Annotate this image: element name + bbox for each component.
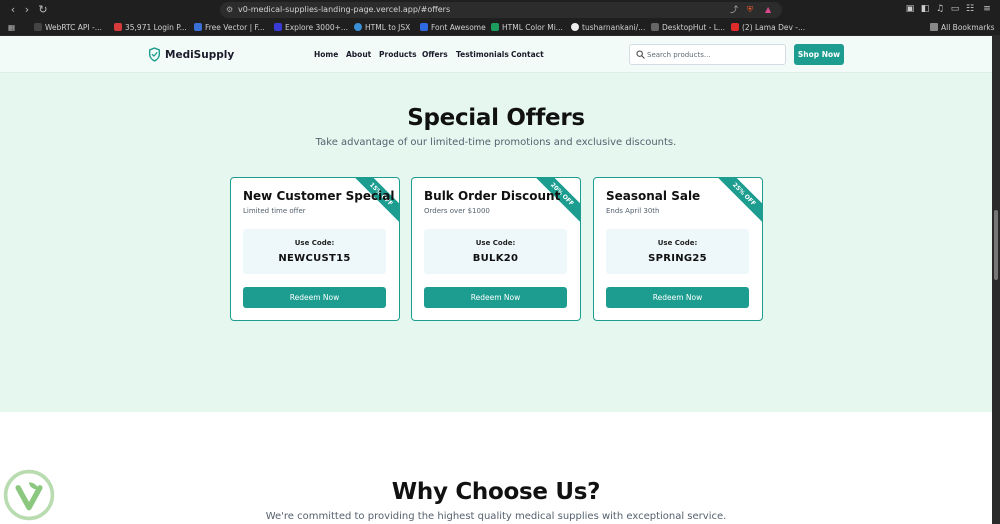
bookmark-item[interactable]: HTML Color Mi... <box>491 22 563 34</box>
address-bar[interactable]: ⚙ v0-medical-supplies-landing-page.verce… <box>220 2 782 18</box>
reload-icon[interactable]: ↻ <box>36 3 50 17</box>
offers-subtitle: Take advantage of our limited-time promo… <box>315 137 677 148</box>
bookmark-label: HTML Color Mi... <box>502 23 563 32</box>
bookmark-label: Explore 3000+... <box>285 23 349 32</box>
offer-title: Bulk Order Discount <box>424 189 561 203</box>
bookmark-item[interactable]: 35,971 Login P... <box>114 22 187 34</box>
offer-subtitle: Ends April 30th <box>606 207 660 215</box>
offer-subtitle: Orders over $1000 <box>424 207 490 215</box>
bookmark-label: WebRTC API -... <box>45 23 102 32</box>
all-bookmarks[interactable]: All Bookmarks <box>930 22 995 34</box>
bookmark-favicon <box>34 23 42 31</box>
scrollbar-thumb[interactable] <box>994 210 998 280</box>
bookmark-label: Font Awesome <box>431 23 486 32</box>
offer-card-seasonal-sale: 25% OFF Seasonal Sale Ends April 30th Us… <box>593 177 763 321</box>
offers-section: Special Offers Take advantage of our lim… <box>0 73 992 412</box>
code-label: Use Code: <box>294 239 335 247</box>
brave-rewards-icon[interactable]: ▲ <box>765 4 771 16</box>
apps-grid-icon[interactable]: ▦ <box>8 22 15 34</box>
bookmark-item[interactable]: DesktopHut - L... <box>651 22 725 34</box>
bookmark-label: DesktopHut - L... <box>662 23 726 32</box>
bookmark-favicon <box>194 23 202 31</box>
promo-code-box: Use Code: SPRING25 <box>606 229 749 274</box>
media-icon[interactable]: ♫ <box>935 4 945 14</box>
youtube-icon <box>731 23 739 31</box>
bookmark-label: Free Vector | F... <box>205 23 265 32</box>
sidebar-icon[interactable]: ▭ <box>950 4 960 14</box>
wallet-icon[interactable]: ☷ <box>965 4 975 14</box>
bookmark-label: (2) Lama Dev -... <box>742 23 806 32</box>
redeem-button[interactable]: Redeem Now <box>243 287 386 308</box>
nav-products[interactable]: Products <box>379 49 417 61</box>
offer-title: New Customer Special <box>243 189 395 203</box>
offers-title: Special Offers <box>407 105 585 131</box>
bookmark-favicon <box>651 23 659 31</box>
all-bookmarks-label: All Bookmarks <box>941 23 995 32</box>
scrollbar-track[interactable] <box>992 36 1000 524</box>
promo-code-box: Use Code: NEWCUST15 <box>243 229 386 274</box>
why-section: Why Choose Us? We're committed to provid… <box>0 412 992 524</box>
nav-about[interactable]: About <box>346 49 371 61</box>
nav-contact[interactable]: Contact <box>511 49 544 61</box>
site-header: MediSupply Home About Products Offers Te… <box>0 36 992 73</box>
forward-icon[interactable]: › <box>20 3 34 17</box>
promo-code[interactable]: NEWCUST15 <box>243 253 386 265</box>
nav-home[interactable]: Home <box>314 49 338 61</box>
promo-code-box: Use Code: BULK20 <box>424 229 567 274</box>
bookmark-label: 35,971 Login P... <box>125 23 187 32</box>
bookmark-item[interactable]: Font Awesome <box>420 22 486 34</box>
offer-subtitle: Limited time offer <box>243 207 306 215</box>
bookmark-favicon <box>491 23 499 31</box>
redeem-button[interactable]: Redeem Now <box>606 287 749 308</box>
bookmark-label: tusharnankani/... <box>582 23 646 32</box>
code-label: Use Code: <box>657 239 698 247</box>
bookmark-item[interactable]: WebRTC API -... <box>34 22 102 34</box>
shield-icon <box>148 47 161 62</box>
watermark-logo-icon <box>3 469 55 521</box>
promo-code[interactable]: BULK20 <box>424 253 567 265</box>
search-input[interactable] <box>647 49 777 61</box>
puzzle-icon[interactable]: ◧ <box>920 4 930 14</box>
extensions-icon[interactable]: ▣ <box>905 4 915 14</box>
bookmark-item[interactable]: Free Vector | F... <box>194 22 265 34</box>
site-info-icon[interactable]: ⚙ <box>226 4 233 16</box>
why-title: Why Choose Us? <box>391 479 601 505</box>
shop-now-button[interactable]: Shop Now <box>794 44 844 65</box>
redeem-button[interactable]: Redeem Now <box>424 287 567 308</box>
offer-card-bulk-order: 20% OFF Bulk Order Discount Orders over … <box>411 177 581 321</box>
url-text[interactable]: v0-medical-supplies-landing-page.vercel.… <box>238 4 450 16</box>
code-label: Use Code: <box>475 239 516 247</box>
nav-testimonials[interactable]: Testimonials <box>456 49 509 61</box>
bookmark-item[interactable]: HTML to JSX <box>354 22 410 34</box>
browser-toolbar: ‹ › ↻ ⚙ v0-medical-supplies-landing-page… <box>0 0 1000 20</box>
menu-icon[interactable]: ≡ <box>982 4 992 14</box>
bookmark-favicon <box>354 23 362 31</box>
bookmark-favicon <box>114 23 122 31</box>
folder-icon <box>930 23 938 31</box>
bookmark-favicon <box>420 23 428 31</box>
brave-shield-icon[interactable]: ⛨ <box>747 4 753 16</box>
back-icon[interactable]: ‹ <box>6 3 20 17</box>
bookmark-item[interactable]: Explore 3000+... <box>274 22 348 34</box>
bookmark-favicon <box>274 23 282 31</box>
bookmark-item[interactable]: (2) Lama Dev -... <box>731 22 805 34</box>
promo-code[interactable]: SPRING25 <box>606 253 749 265</box>
share-icon[interactable]: ⤴ <box>730 4 738 16</box>
offer-title: Seasonal Sale <box>606 189 701 203</box>
why-subtitle: We're committed to providing the highest… <box>265 511 727 522</box>
bookmark-label: HTML to JSX <box>365 23 411 32</box>
discount-ribbon: 25% OFF <box>711 178 762 228</box>
bookmarks-bar: ▦ WebRTC API -... 35,971 Login P... Free… <box>0 20 1000 36</box>
github-icon <box>571 23 579 31</box>
search-box <box>629 44 786 65</box>
offer-card-new-customer: 15% OFF New Customer Special Limited tim… <box>230 177 400 321</box>
search-icon <box>636 50 645 59</box>
brand-name: MediSupply <box>165 49 235 61</box>
nav-offers[interactable]: Offers <box>422 49 448 61</box>
bookmark-item[interactable]: tusharnankani/... <box>571 22 645 34</box>
